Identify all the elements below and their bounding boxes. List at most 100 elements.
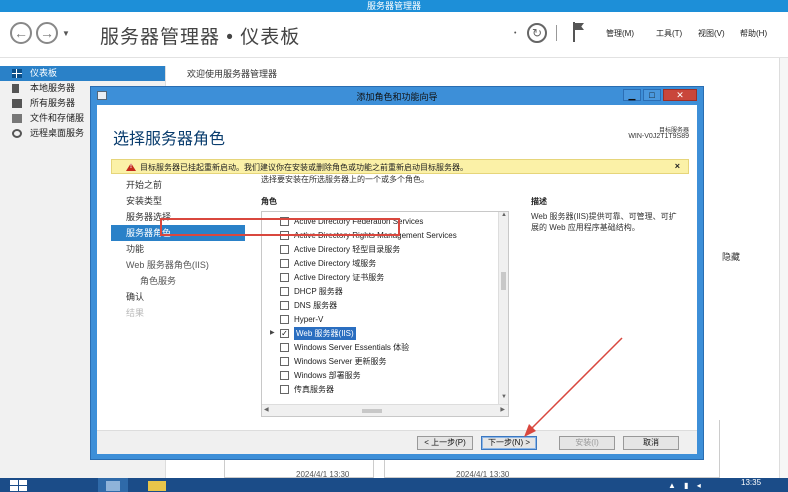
role-wsus[interactable]: Windows Server 更新服务 (262, 355, 498, 368)
role-checkbox[interactable] (280, 259, 289, 268)
role-dns[interactable]: DNS 服务器 (262, 299, 498, 312)
forward-arrow-icon[interactable]: → (36, 22, 58, 44)
role-label: Active Directory 证书服务 (294, 273, 385, 282)
role-hyper-v[interactable]: Hyper-V (262, 313, 498, 326)
role-adds[interactable]: Active Directory 域服务 (262, 257, 498, 270)
vertical-scrollbar[interactable]: ▲ ▼ (498, 212, 508, 404)
cancel-button[interactable]: 取消 (623, 436, 679, 450)
role-label: DNS 服务器 (294, 301, 338, 310)
role-label: Web 服务器(IIS) (294, 327, 356, 340)
scroll-left-icon[interactable]: ◀ (264, 406, 269, 413)
close-warning-button[interactable]: × (675, 161, 680, 171)
wizard-step-role-services[interactable]: 角色服务 (111, 273, 245, 289)
server-manager-header: ← → ▼ 服务器管理器 • 仪表板 • ↻ 管理(M) 工具(T) 视图(V)… (0, 12, 788, 58)
welcome-heading: 欢迎使用服务器管理器 (187, 69, 278, 79)
menu-manage[interactable]: 管理(M) (606, 28, 634, 39)
role-checkbox[interactable] (280, 245, 289, 254)
role-checkbox[interactable] (280, 287, 289, 296)
role-checkbox[interactable] (280, 343, 289, 352)
breadcrumb: 服务器管理器 • 仪表板 (100, 27, 301, 48)
role-label: Windows 部署服务 (294, 371, 361, 380)
main-scrollbar[interactable] (779, 58, 788, 478)
wizard-step-installation-type[interactable]: 安装类型 (111, 193, 245, 209)
role-checkbox[interactable] (280, 385, 289, 394)
description-heading: 描述 (531, 197, 547, 206)
sidebar-item-label: 远程桌面服务 (30, 128, 85, 138)
role-checkbox[interactable] (280, 315, 289, 324)
wizard-steps: 开始之前 安装类型 服务器选择 服务器角色 功能 Web 服务器角色(IIS) … (111, 177, 245, 321)
dialog-title: 添加角色和功能向导 (356, 92, 438, 102)
role-adlds[interactable]: Active Directory 轻型目录服务 (262, 243, 498, 256)
roles-list[interactable]: Active Directory Federation Services Act… (261, 211, 509, 417)
role-checkbox[interactable] (280, 357, 289, 366)
window-title: 服务器管理器 (366, 1, 421, 11)
warning-icon (126, 163, 136, 171)
role-web-server-iis[interactable]: ▶ ✓ Web 服务器(IIS) (262, 327, 498, 340)
page-title: 选择服务器角色 (113, 131, 226, 148)
role-fax[interactable]: 传真服务器 (262, 383, 498, 396)
dialog-body: 选择服务器角色 目标服务器 WIN-V0J2T1T9S89 目标服务器已挂起重新… (97, 105, 697, 454)
taskbar-server-manager-icon[interactable] (98, 478, 128, 492)
sidebar-item-dashboard[interactable]: 仪表板 (0, 66, 165, 81)
role-label: Hyper-V (294, 315, 324, 324)
role-checkbox[interactable] (280, 301, 289, 310)
role-checkbox[interactable] (280, 273, 289, 282)
role-label: Active Directory 域服务 (294, 259, 377, 268)
menu-tools[interactable]: 工具(T) (656, 28, 682, 39)
next-button[interactable]: 下一步(N) > (481, 436, 537, 450)
system-tray-icons[interactable]: ▲ ▮ ◂ (668, 481, 704, 490)
selection-highlight-box (160, 218, 400, 236)
instruction-text: 选择要安装在所选服务器上的一个或多个角色。 (261, 175, 429, 184)
menu-help[interactable]: 帮助(H) (740, 28, 767, 39)
menu-view[interactable]: 视图(V) (698, 28, 725, 39)
wizard-step-confirmation[interactable]: 确认 (111, 289, 245, 305)
scroll-up-icon[interactable]: ▲ (499, 212, 508, 222)
remote-desktop-icon (12, 129, 22, 138)
wizard-step-before-you-begin[interactable]: 开始之前 (111, 177, 245, 193)
role-wds[interactable]: Windows 部署服务 (262, 369, 498, 382)
scroll-right-icon[interactable]: ▶ (500, 406, 505, 413)
warning-text: 目标服务器已挂起重新启动。我们建议你在安装或删除角色或功能之前重新启动目标服务器… (140, 163, 468, 172)
back-arrow-icon[interactable]: ← (10, 22, 32, 44)
sidebar-item-label: 仪表板 (30, 68, 58, 78)
history-dropdown-icon[interactable]: ▼ (62, 29, 70, 38)
warning-banner: 目标服务器已挂起重新启动。我们建议你在安装或删除角色或功能之前重新启动目标服务器… (111, 159, 689, 174)
install-button[interactable]: 安装(I) (559, 436, 615, 450)
server-manager-titlebar: 服务器管理器 (0, 0, 788, 12)
dialog-titlebar[interactable]: 添加角色和功能向导 ▁ □ ✕ (91, 87, 703, 104)
scroll-down-icon[interactable]: ▼ (499, 394, 508, 404)
sidebar-item-label: 所有服务器 (30, 98, 76, 108)
target-server-name: WIN-V0J2T1T9S89 (628, 133, 689, 140)
role-checkbox[interactable] (280, 371, 289, 380)
add-roles-wizard-dialog: 添加角色和功能向导 ▁ □ ✕ 选择服务器角色 目标服务器 WIN-V0J2T1… (90, 86, 704, 460)
expand-arrow-icon[interactable]: ▶ (270, 327, 275, 340)
hide-link[interactable]: 隐藏 (722, 250, 740, 263)
role-checkbox-checked[interactable]: ✓ (280, 329, 289, 338)
role-essentials[interactable]: Windows Server Essentials 体验 (262, 341, 498, 354)
close-button[interactable]: ✕ (663, 89, 697, 101)
taskbar-file-explorer-icon[interactable] (142, 478, 172, 492)
sidebar-item-label: 本地服务器 (30, 83, 76, 93)
roles-heading: 角色 (261, 197, 277, 206)
sidebar-item-label: 文件和存储服 (30, 113, 85, 123)
horizontal-scrollbar[interactable]: ◀ ▶ (262, 404, 508, 416)
scroll-thumb[interactable] (362, 409, 382, 413)
windows-start-icon[interactable] (10, 480, 28, 492)
wizard-step-web-server-role[interactable]: Web 服务器角色(IIS) (111, 257, 245, 273)
role-label: 传真服务器 (294, 385, 334, 394)
role-adcs[interactable]: Active Directory 证书服务 (262, 271, 498, 284)
scroll-thumb[interactable] (501, 272, 506, 290)
minimize-button[interactable]: ▁ (623, 89, 641, 101)
role-dhcp[interactable]: DHCP 服务器 (262, 285, 498, 298)
refresh-icon[interactable]: ↻ (527, 23, 547, 43)
wizard-step-results: 结果 (126, 308, 145, 318)
refresh-dropdown-icon[interactable]: • (514, 30, 516, 37)
server-icon (12, 84, 19, 93)
dialog-footer: < 上一步(P) 下一步(N) > 安装(I) 取消 (97, 430, 697, 454)
taskbar-clock[interactable]: 13:35 (741, 478, 761, 487)
notifications-flag-icon[interactable] (572, 22, 586, 42)
previous-button[interactable]: < 上一步(P) (417, 436, 473, 450)
maximize-button[interactable]: □ (643, 89, 661, 101)
dashboard-icon (12, 69, 22, 78)
wizard-step-features[interactable]: 功能 (111, 241, 245, 257)
